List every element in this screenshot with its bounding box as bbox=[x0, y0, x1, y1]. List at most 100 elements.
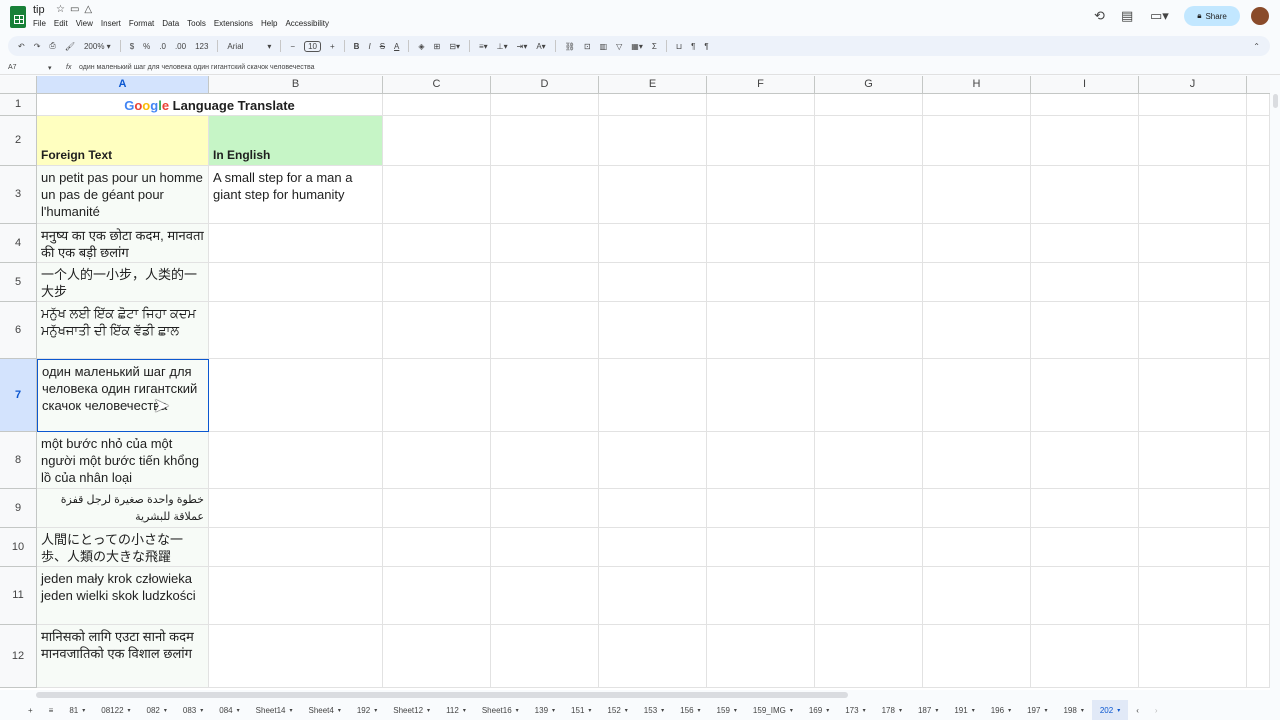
cell-empty[interactable] bbox=[599, 116, 707, 166]
percent-button[interactable]: % bbox=[143, 42, 150, 51]
cell-empty[interactable] bbox=[815, 625, 923, 688]
cell-empty[interactable] bbox=[383, 302, 491, 359]
cell-empty[interactable] bbox=[1247, 116, 1270, 166]
vertical-align-icon[interactable]: ⊥▾ bbox=[497, 42, 508, 51]
cell-B4[interactable] bbox=[209, 224, 383, 263]
sheet-tab-083[interactable]: 083 ▾ bbox=[175, 700, 211, 720]
row-header-1[interactable]: 1 bbox=[0, 94, 37, 116]
row-header-12[interactable]: 12 bbox=[0, 625, 37, 688]
sheet-tab-196[interactable]: 196 ▾ bbox=[983, 700, 1019, 720]
cell-empty[interactable] bbox=[815, 432, 923, 489]
sheet-tab-082[interactable]: 082 ▾ bbox=[139, 700, 175, 720]
cell-empty[interactable] bbox=[1031, 224, 1139, 263]
rtl-icon[interactable]: ¶ bbox=[704, 42, 708, 51]
move-folder-icon[interactable]: ▭ bbox=[70, 4, 84, 15]
cell-A11[interactable]: jeden mały krok człowieka jeden wielki s… bbox=[37, 567, 209, 625]
cell-empty[interactable] bbox=[1031, 359, 1139, 432]
cell-empty[interactable] bbox=[1031, 489, 1139, 528]
horizontal-align-icon[interactable]: ≡▾ bbox=[479, 42, 488, 51]
fill-color-icon[interactable]: ◈ bbox=[418, 42, 424, 51]
cell-empty[interactable] bbox=[599, 432, 707, 489]
row-header-2[interactable]: 2 bbox=[0, 116, 37, 166]
avatar[interactable] bbox=[1251, 7, 1269, 25]
cell-empty[interactable] bbox=[815, 263, 923, 302]
zoom-select[interactable]: 200% ▾ bbox=[84, 42, 111, 51]
ltr-icon[interactable]: ¶ bbox=[691, 42, 695, 51]
cell-A2[interactable]: Foreign Text bbox=[37, 116, 209, 166]
sheet-tab-152[interactable]: 152 ▾ bbox=[599, 700, 635, 720]
sheet-tab-151[interactable]: 151 ▾ bbox=[563, 700, 599, 720]
cell-empty[interactable] bbox=[1139, 166, 1247, 224]
cell-empty[interactable] bbox=[923, 359, 1031, 432]
cell-empty[interactable] bbox=[1031, 263, 1139, 302]
font-size-increase[interactable]: + bbox=[330, 42, 335, 51]
cell-empty[interactable] bbox=[815, 567, 923, 625]
cell-empty[interactable] bbox=[383, 432, 491, 489]
filter-icon[interactable]: ▽ bbox=[616, 42, 622, 51]
spreadsheet-grid[interactable]: ABCDEFGHIJ1Google Language Translate2For… bbox=[0, 76, 1270, 690]
cell-empty[interactable] bbox=[1139, 625, 1247, 688]
row-header-6[interactable]: 6 bbox=[0, 302, 37, 359]
scroll-tabs-right-icon[interactable]: › bbox=[1147, 700, 1166, 720]
cell-empty[interactable] bbox=[707, 94, 815, 116]
sheet-tab-159_IMG[interactable]: 159_IMG ▾ bbox=[745, 700, 801, 720]
cell-A5[interactable]: 一个人的一小步，人类的一大步 bbox=[37, 263, 209, 302]
sheet-tab-08122[interactable]: 08122 ▾ bbox=[93, 700, 138, 720]
formula-input[interactable]: один маленький шаг для человека один гиг… bbox=[79, 64, 315, 71]
column-header-C[interactable]: C bbox=[383, 76, 491, 94]
chart-icon[interactable]: ▥ bbox=[600, 42, 608, 51]
cell-empty[interactable] bbox=[707, 263, 815, 302]
sheet-tab-Sheet16[interactable]: Sheet16 ▾ bbox=[474, 700, 527, 720]
menu-item-insert[interactable]: Insert bbox=[101, 19, 121, 28]
cell-empty[interactable] bbox=[1247, 489, 1270, 528]
sheet-tab-81[interactable]: 81 ▾ bbox=[61, 700, 93, 720]
strikethrough-icon[interactable]: S bbox=[380, 42, 385, 51]
select-all-corner[interactable] bbox=[0, 76, 37, 94]
cell-empty[interactable] bbox=[707, 567, 815, 625]
cell-empty[interactable] bbox=[707, 528, 815, 567]
sheet-tab-197[interactable]: 197 ▾ bbox=[1019, 700, 1055, 720]
collapse-toolbar-icon[interactable]: ⌃ bbox=[1253, 42, 1260, 51]
row-header-8[interactable]: 8 bbox=[0, 432, 37, 489]
cell-empty[interactable] bbox=[707, 359, 815, 432]
merge-cells-icon[interactable]: ⊟▾ bbox=[449, 42, 460, 51]
cell-empty[interactable] bbox=[599, 489, 707, 528]
cell-empty[interactable] bbox=[383, 489, 491, 528]
link-icon[interactable]: ⛓ bbox=[565, 42, 575, 51]
cell-empty[interactable] bbox=[491, 263, 599, 302]
column-header-D[interactable]: D bbox=[491, 76, 599, 94]
cell-empty[interactable] bbox=[1139, 94, 1247, 116]
cell-B8[interactable] bbox=[209, 432, 383, 489]
row-header-3[interactable]: 3 bbox=[0, 166, 37, 224]
redo-icon[interactable]: ↷ bbox=[34, 42, 41, 51]
cell-empty[interactable] bbox=[1247, 359, 1270, 432]
star-icon[interactable]: ☆ bbox=[56, 4, 70, 15]
name-box-dropdown-icon[interactable]: ▾ bbox=[48, 64, 52, 72]
filter-views-icon[interactable]: ▦▾ bbox=[631, 42, 643, 51]
cell-empty[interactable] bbox=[1139, 359, 1247, 432]
cell-empty[interactable] bbox=[707, 116, 815, 166]
cell-empty[interactable] bbox=[923, 432, 1031, 489]
menu-item-tools[interactable]: Tools bbox=[187, 19, 206, 28]
font-size-decrease[interactable]: − bbox=[290, 42, 295, 51]
cell-empty[interactable] bbox=[599, 94, 707, 116]
cell-A10[interactable]: 人間にとっての小さな一歩、人類の大きな飛躍 bbox=[37, 528, 209, 567]
column-header-H[interactable]: H bbox=[923, 76, 1031, 94]
text-rotation-icon[interactable]: A▾ bbox=[536, 42, 545, 51]
bold-icon[interactable]: B bbox=[354, 42, 360, 51]
cell-empty[interactable] bbox=[815, 94, 923, 116]
cell-empty[interactable] bbox=[1139, 432, 1247, 489]
row-header-11[interactable]: 11 bbox=[0, 567, 37, 625]
sheet-tab-173[interactable]: 173 ▾ bbox=[837, 700, 873, 720]
menu-item-extensions[interactable]: Extensions bbox=[214, 19, 253, 28]
cell-empty[interactable] bbox=[815, 224, 923, 263]
undo-icon[interactable]: ↶ bbox=[18, 42, 25, 51]
vertical-scrollbar[interactable] bbox=[1273, 94, 1278, 108]
cell-empty[interactable] bbox=[383, 567, 491, 625]
cell-empty[interactable] bbox=[923, 302, 1031, 359]
cell-empty[interactable] bbox=[1031, 116, 1139, 166]
column-header-J[interactable]: J bbox=[1139, 76, 1247, 94]
cell-B9[interactable] bbox=[209, 489, 383, 528]
increase-decimal-button[interactable]: .00 bbox=[175, 42, 186, 51]
cell-empty[interactable] bbox=[923, 166, 1031, 224]
